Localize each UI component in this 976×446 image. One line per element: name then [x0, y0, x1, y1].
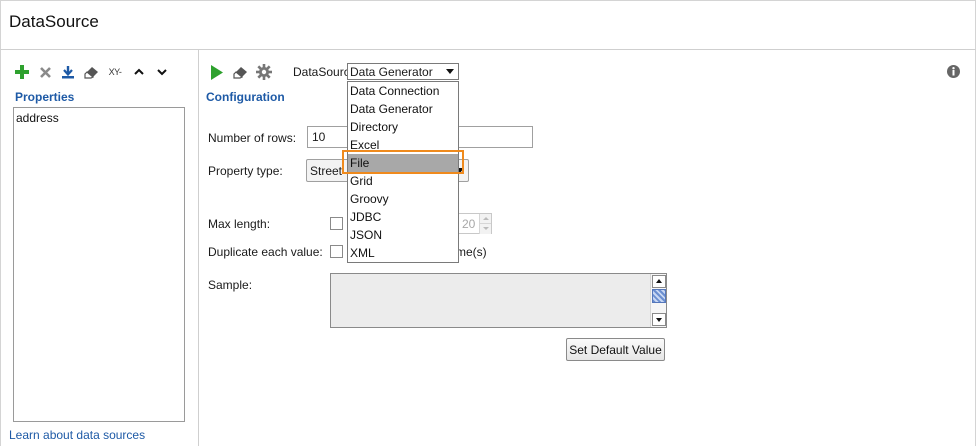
- sample-textarea[interactable]: [330, 273, 667, 328]
- eraser-icon[interactable]: [231, 63, 249, 81]
- gear-icon[interactable]: [255, 63, 273, 81]
- dropdown-option[interactable]: Data Connection: [348, 82, 458, 100]
- window-title: DataSource: [9, 12, 99, 31]
- num-rows-label: Number of rows:: [208, 131, 297, 145]
- dropdown-option-highlighted[interactable]: File: [348, 154, 458, 172]
- max-length-label: Max length:: [208, 217, 271, 231]
- properties-panel: XY- Properties address Learn about data …: [1, 50, 199, 446]
- move-down-icon[interactable]: [153, 63, 171, 81]
- properties-toolbar: XY-: [13, 62, 171, 82]
- max-length-spinner[interactable]: 20: [458, 213, 492, 234]
- sample-label: Sample:: [208, 278, 253, 292]
- dropdown-option[interactable]: Groovy: [348, 190, 458, 208]
- duplicate-checkbox[interactable]: [330, 245, 343, 258]
- dropdown-option[interactable]: Data Generator: [348, 100, 458, 118]
- dropdown-option[interactable]: XML: [348, 244, 458, 262]
- dropdown-option[interactable]: Directory: [348, 118, 458, 136]
- sample-scrollbar[interactable]: [650, 274, 666, 327]
- configuration-header: Configuration: [206, 90, 285, 104]
- duplicate-label: Duplicate each value:: [208, 245, 323, 259]
- list-item[interactable]: address: [14, 108, 184, 125]
- properties-list[interactable]: address: [13, 107, 185, 422]
- xy-button[interactable]: XY-: [105, 63, 125, 81]
- properties-header: Properties: [15, 90, 75, 104]
- learn-about-link[interactable]: Learn about data sources: [9, 428, 145, 442]
- max-length-checkbox[interactable]: [330, 217, 343, 230]
- datasource-select-value: Data Generator: [350, 64, 433, 79]
- main-area: XY- Properties address Learn about data …: [0, 50, 976, 446]
- datasource-dropdown[interactable]: Data Connection Data Generator Directory…: [347, 81, 459, 263]
- property-type-value: Street: [310, 164, 343, 178]
- dropdown-option[interactable]: JDBC: [348, 208, 458, 226]
- move-up-icon[interactable]: [130, 63, 148, 81]
- set-default-value-button[interactable]: Set Default Value: [566, 338, 665, 361]
- max-length-value: 20: [462, 217, 476, 231]
- dropdown-option[interactable]: JSON: [348, 226, 458, 244]
- datasource-select[interactable]: Data Generator: [347, 63, 459, 80]
- title-bar: DataSource: [0, 0, 976, 50]
- run-icon[interactable]: [207, 63, 225, 81]
- scroll-up-icon[interactable]: [652, 275, 666, 288]
- times-suffix-label: me(s): [456, 245, 487, 259]
- chevron-down-icon: [446, 69, 454, 74]
- dropdown-option[interactable]: Excel: [348, 136, 458, 154]
- download-icon[interactable]: [59, 63, 77, 81]
- property-type-label: Property type:: [208, 164, 283, 178]
- spinner-up-icon[interactable]: [479, 214, 491, 224]
- dropdown-option[interactable]: Grid: [348, 172, 458, 190]
- delete-icon[interactable]: [36, 63, 54, 81]
- spinner-down-icon[interactable]: [479, 224, 491, 234]
- scroll-down-icon[interactable]: [652, 313, 666, 326]
- info-icon[interactable]: [947, 65, 960, 81]
- datasource-toolbar: DataSource:: [207, 62, 360, 82]
- scroll-thumb[interactable]: [652, 289, 666, 303]
- eraser-icon[interactable]: [82, 63, 100, 81]
- add-icon[interactable]: [13, 63, 31, 81]
